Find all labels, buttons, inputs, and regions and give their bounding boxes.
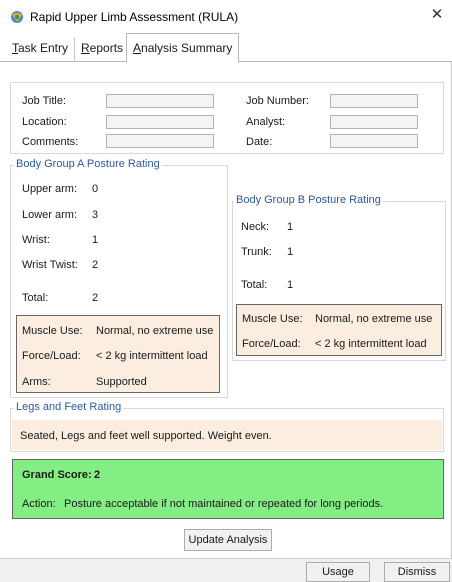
group-b-muscle-use-label: Muscle Use: bbox=[242, 313, 303, 325]
location-field[interactable] bbox=[106, 115, 214, 129]
action-label: Action: bbox=[22, 498, 56, 510]
window-title: Rapid Upper Limb Assessment (RULA) bbox=[30, 10, 239, 24]
grand-score-box bbox=[12, 459, 444, 519]
job-number-label: Job Number: bbox=[246, 95, 309, 107]
neck-value: 1 bbox=[287, 221, 294, 233]
group-a-force-load-label: Force/Load: bbox=[22, 350, 81, 362]
comments-label: Comments: bbox=[22, 136, 79, 148]
dismiss-button[interactable]: Dismiss bbox=[384, 562, 450, 582]
tab-reports-label: eports bbox=[89, 41, 124, 55]
grand-score-label: Grand Score: bbox=[22, 469, 92, 481]
group-a-total-label: Total: bbox=[22, 292, 49, 304]
job-title-label: Job Title: bbox=[22, 95, 67, 107]
tab-analysis-summary-label: nalysis Summary bbox=[141, 41, 233, 55]
group-b-total-label: Total: bbox=[241, 279, 268, 291]
body-group-a-title: Body Group A Posture Rating bbox=[14, 158, 162, 170]
analyst-field[interactable] bbox=[330, 115, 418, 129]
job-title-field[interactable] bbox=[106, 94, 214, 108]
wrist-label: Wrist: bbox=[22, 234, 50, 246]
group-b-muscle-use-value: Normal, no extreme use bbox=[315, 313, 433, 325]
arms-value: Supported bbox=[96, 376, 147, 388]
grand-score-value: 2 bbox=[94, 469, 101, 481]
app-icon bbox=[11, 11, 23, 23]
date-label: Date: bbox=[246, 136, 273, 148]
neck-label: Neck: bbox=[241, 221, 270, 233]
update-analysis-button[interactable]: Update Analysis bbox=[184, 529, 272, 551]
tab-task-entry-label: ask Entry bbox=[18, 41, 69, 55]
action-text: Posture acceptable if not maintained or … bbox=[64, 498, 384, 510]
legs-feet-title: Legs and Feet Rating bbox=[14, 401, 124, 413]
lower-arm-value: 3 bbox=[92, 209, 99, 221]
tab-reports[interactable]: Reports bbox=[74, 38, 130, 61]
group-b-force-load-value: < 2 kg intermittent load bbox=[315, 338, 427, 350]
comments-field[interactable] bbox=[106, 134, 214, 148]
group-a-total-value: 2 bbox=[92, 292, 99, 304]
tab-reports-mnemonic: R bbox=[81, 41, 90, 55]
location-label: Location: bbox=[22, 116, 67, 128]
group-a-muscle-use-value: Normal, no extreme use bbox=[96, 325, 214, 337]
date-field[interactable] bbox=[330, 134, 418, 148]
analyst-label: Analyst: bbox=[246, 116, 286, 128]
wrist-value: 1 bbox=[92, 234, 99, 246]
trunk-label: Trunk: bbox=[241, 246, 272, 258]
wrist-twist-value: 2 bbox=[92, 259, 99, 271]
usage-button[interactable]: Usage bbox=[306, 562, 370, 582]
wrist-twist-label: Wrist Twist: bbox=[22, 259, 78, 271]
job-number-field[interactable] bbox=[330, 94, 418, 108]
trunk-value: 1 bbox=[287, 246, 294, 258]
close-icon[interactable]: ✕ bbox=[428, 6, 446, 24]
group-b-force-load-label: Force/Load: bbox=[242, 338, 301, 350]
tab-analysis-summary-mnemonic: A bbox=[133, 41, 142, 55]
group-a-muscle-use-label: Muscle Use: bbox=[22, 325, 83, 337]
group-a-force-load-value: < 2 kg intermittent load bbox=[96, 350, 208, 362]
lower-arm-label: Lower arm: bbox=[22, 209, 78, 221]
arms-label: Arms: bbox=[22, 376, 51, 388]
body-group-b-title: Body Group B Posture Rating bbox=[234, 194, 383, 206]
tab-task-entry[interactable]: Task Entry bbox=[6, 38, 75, 61]
upper-arm-label: Upper arm: bbox=[22, 183, 78, 195]
legs-feet-text: Seated, Legs and feet well supported. We… bbox=[20, 430, 272, 442]
tab-analysis-summary[interactable]: Analysis Summary bbox=[126, 33, 240, 63]
group-b-total-value: 1 bbox=[287, 279, 294, 291]
upper-arm-value: 0 bbox=[92, 183, 99, 195]
